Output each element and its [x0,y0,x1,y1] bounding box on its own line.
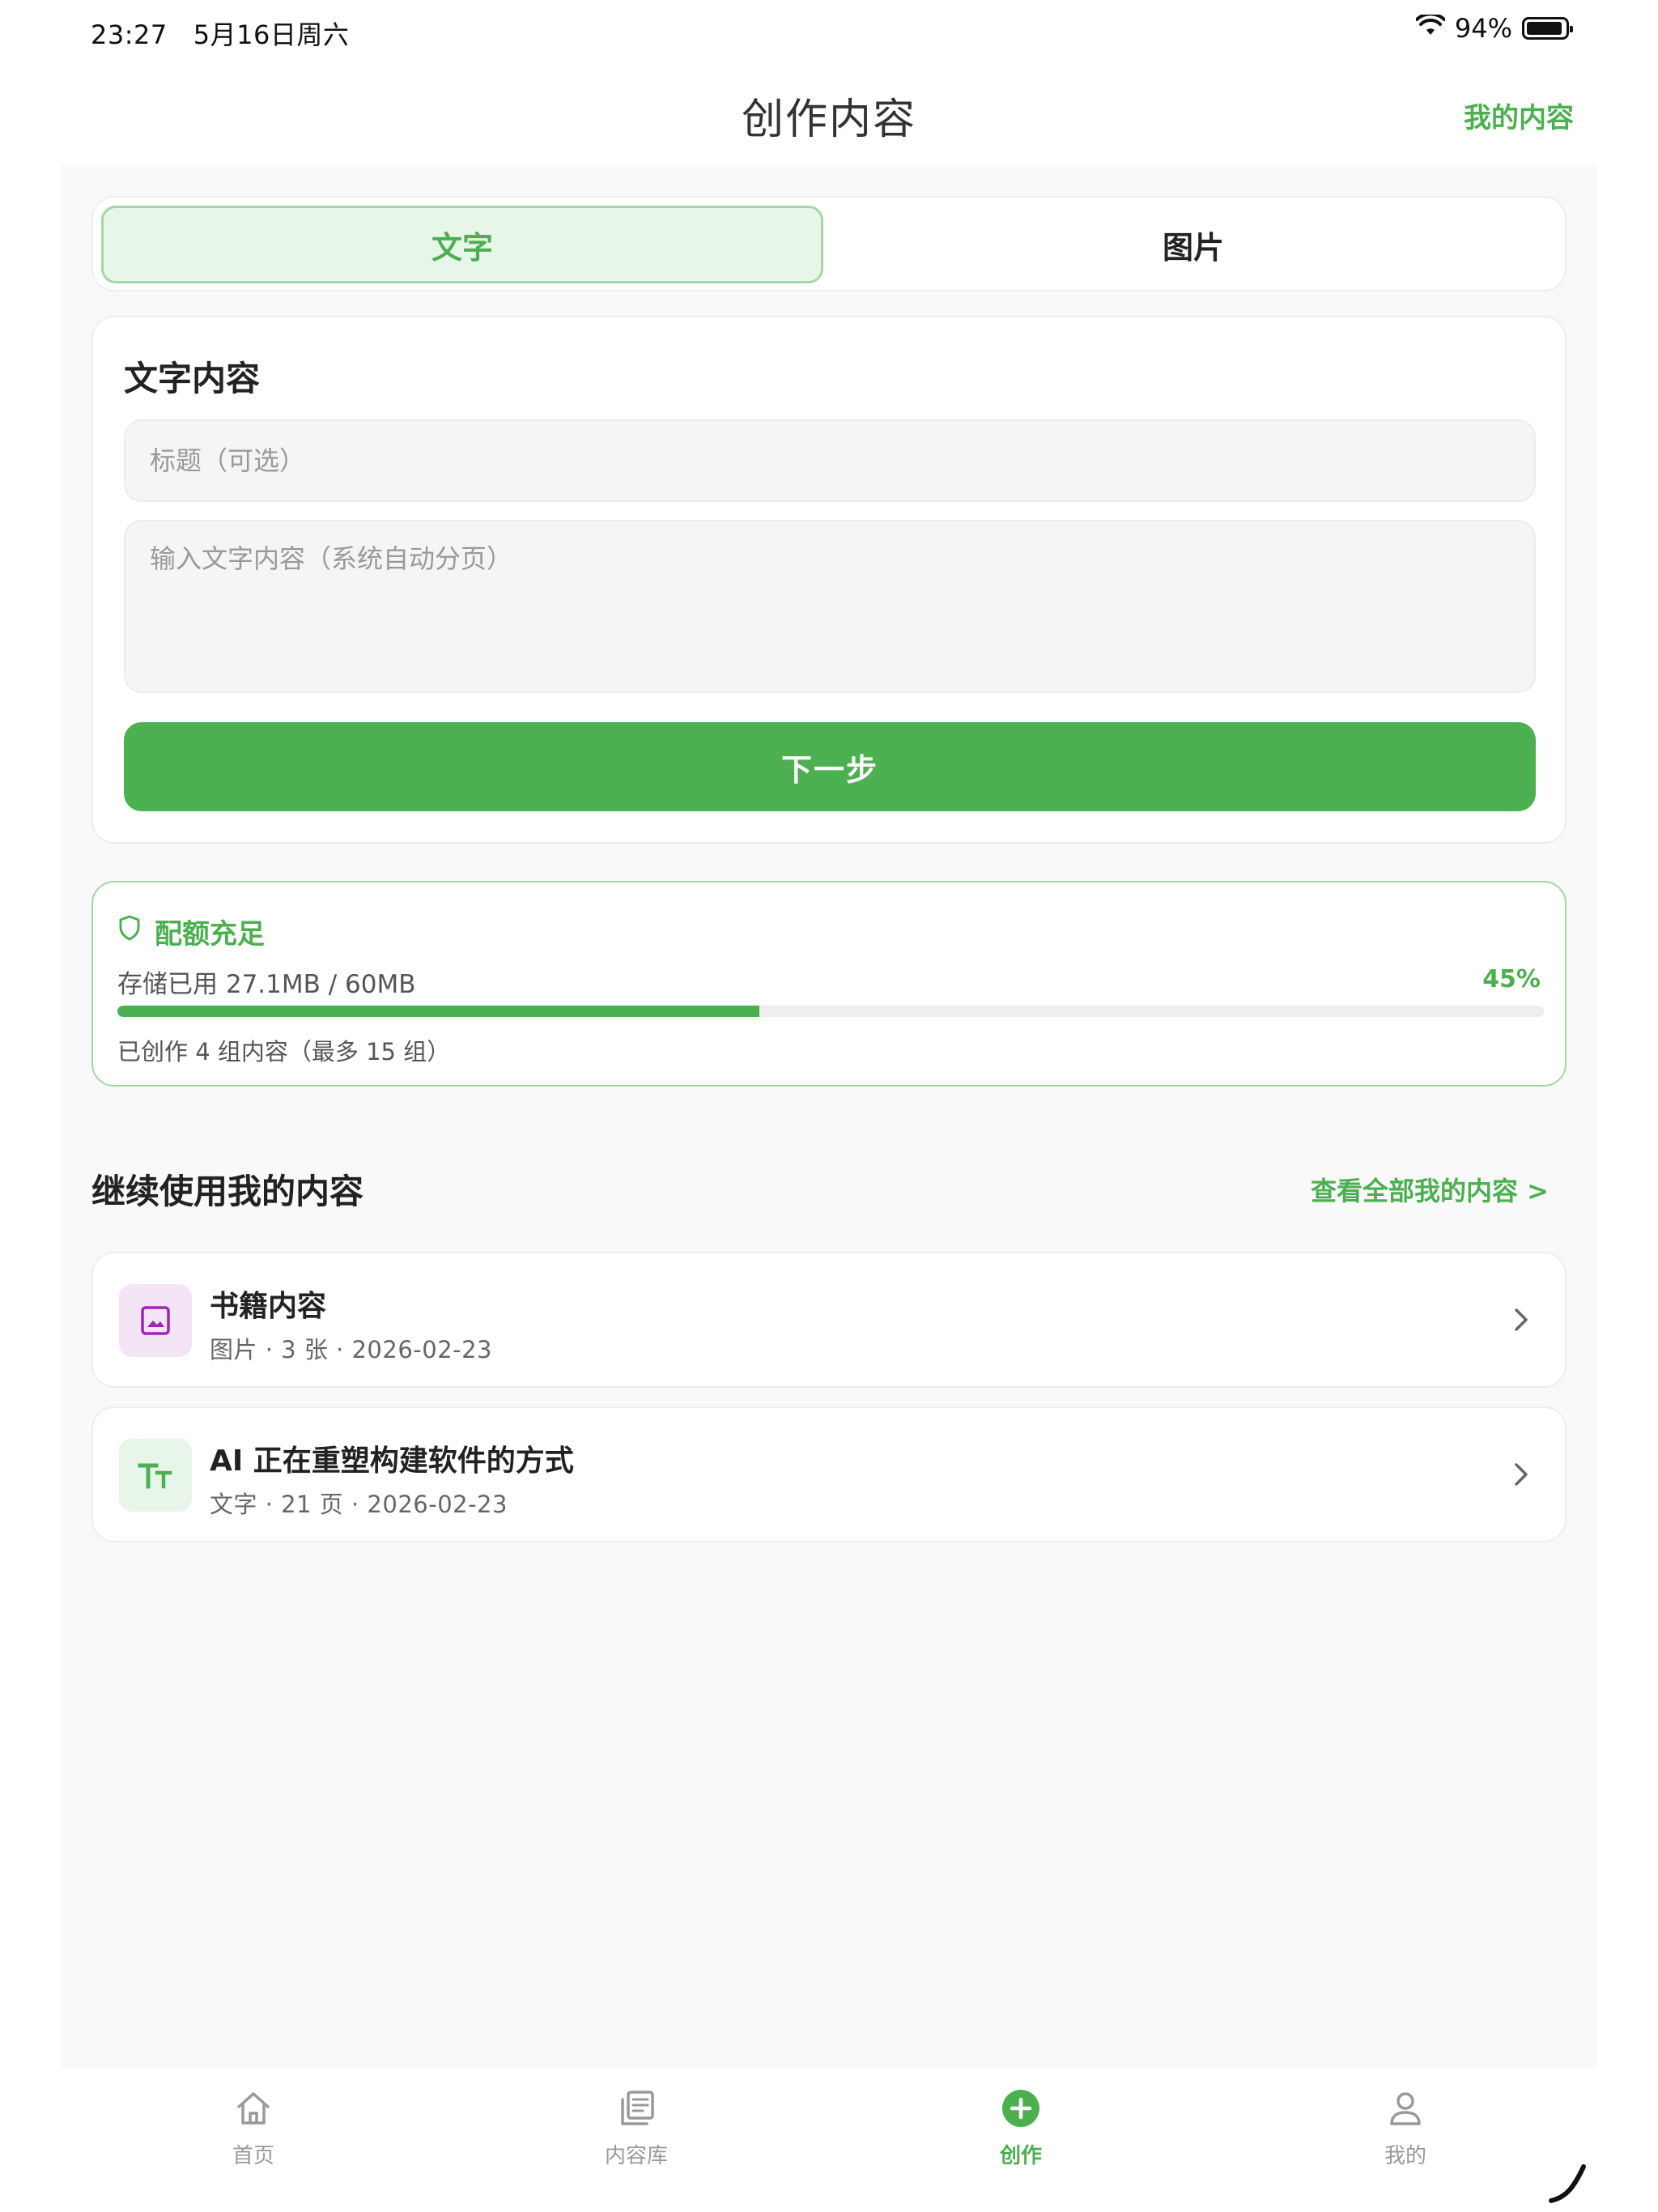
quota-status-label: 配额充足 [155,918,265,951]
content-item-title: AI 正在重塑构建软件的方式 [210,1444,574,1478]
status-time: 23:27 [91,19,168,50]
tab-create[interactable]: 创作 [940,2084,1102,2169]
continue-section-title: 继续使用我的内容 [91,1172,364,1211]
chevron-right-icon [1511,1304,1531,1339]
storage-progress-track [117,1006,1544,1017]
person-icon [1324,2084,1486,2133]
tab-home[interactable]: 首页 [172,2084,334,2169]
quota-card: 配额充足 存储已用 27.1MB / 60MB 45% 已创作 4 组内容（最多… [91,881,1567,1087]
quota-status: 配额充足 [117,912,265,951]
text-icon [119,1439,192,1512]
type-segmented-control: 文字 图片 [91,196,1567,291]
segment-text[interactable]: 文字 [101,206,823,283]
view-all-link[interactable]: 查看全部我的内容 > [1311,1171,1549,1208]
my-content-link[interactable]: 我的内容 [1464,96,1574,135]
battery-percent: 94% [1454,13,1512,44]
title-input[interactable]: 标题（可选） [124,419,1536,502]
chevron-right-icon [1511,1458,1531,1494]
body-textarea[interactable]: 输入文字内容（系统自动分页） [124,520,1536,693]
image-icon [119,1284,192,1357]
status-date: 5月16日周六 [193,19,350,50]
shield-icon [117,914,142,949]
page-title: 创作内容 [741,96,916,144]
content-item-title: 书籍内容 [210,1290,327,1323]
tab-label: 内容库 [604,2144,668,2168]
text-content-card: 文字内容 标题（可选） 输入文字内容（系统自动分页） 下一步 [91,316,1567,844]
wifi-icon [1414,12,1446,44]
tab-label: 创作 [999,2144,1042,2168]
pencil-hover-indicator [1546,2160,1595,2209]
section-title: 文字内容 [124,359,261,398]
home-icon [172,2084,334,2133]
content-item[interactable]: AI 正在重塑构建软件的方式 文字 · 21 页 · 2026-02-23 [91,1406,1567,1542]
content-item-meta: 图片 · 3 张 · 2026-02-23 [210,1336,493,1363]
created-count-text: 已创作 4 组内容（最多 15 组） [117,1038,451,1066]
tab-label: 我的 [1384,2144,1426,2168]
storage-used-text: 存储已用 27.1MB / 60MB [117,970,416,999]
content-item-meta: 文字 · 21 页 · 2026-02-23 [210,1491,508,1518]
library-icon [555,2084,717,2133]
battery-icon [1522,17,1573,40]
tab-profile[interactable]: 我的 [1324,2084,1486,2169]
plus-circle-icon [940,2084,1102,2133]
tab-bar: 首页 内容库 创作 我的 [61,2068,1597,2212]
tab-library[interactable]: 内容库 [555,2084,717,2169]
storage-percent: 45% [1482,965,1541,993]
tab-label: 首页 [232,2144,274,2168]
status-bar: 23:27 5月16日周六 94% [0,0,1658,60]
next-button[interactable]: 下一步 [124,722,1536,811]
storage-progress-fill [117,1006,759,1017]
content-item[interactable]: 书籍内容 图片 · 3 张 · 2026-02-23 [91,1252,1567,1388]
battery-fill [1527,22,1562,35]
segment-image[interactable]: 图片 [828,206,1558,283]
status-right: 94% [1414,12,1573,44]
status-time-date: 23:27 5月16日周六 [91,15,349,52]
